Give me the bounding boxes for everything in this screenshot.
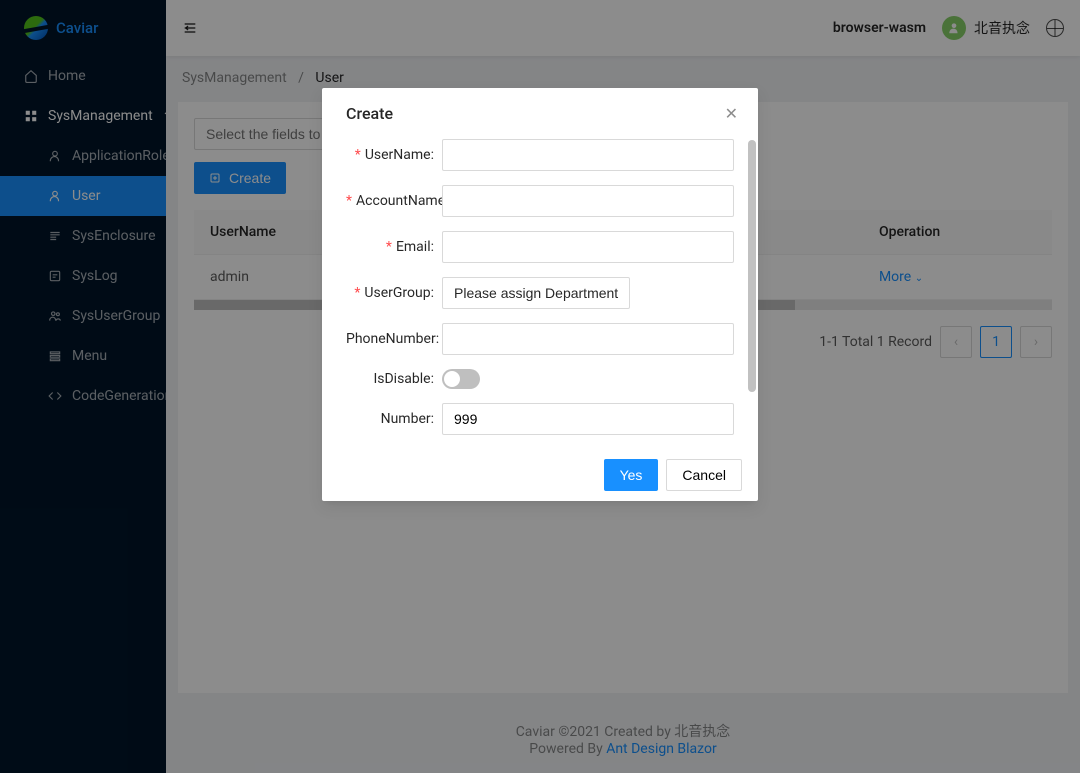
switch-isdisable[interactable] xyxy=(442,369,480,389)
select-usergroup[interactable]: Please assign Department xyxy=(442,277,630,309)
label-isdisable: IsDisable: xyxy=(346,371,442,387)
input-email[interactable] xyxy=(442,231,734,263)
label-email: *Email: xyxy=(346,239,442,255)
label-number: Number: xyxy=(346,411,442,427)
label-usergroup: *UserGroup: xyxy=(346,285,442,301)
modal-cancel-button[interactable]: Cancel xyxy=(666,459,742,491)
modal-ok-button[interactable]: Yes xyxy=(604,459,659,491)
label-accountname: *AccountName: xyxy=(346,193,442,209)
input-accountname[interactable] xyxy=(442,185,734,217)
input-username[interactable] xyxy=(442,139,734,171)
create-modal: Create ✕ *UserName: *AccountName: *Email… xyxy=(322,88,758,501)
close-icon[interactable]: ✕ xyxy=(725,104,738,123)
modal-scrollbar[interactable] xyxy=(748,140,756,446)
label-phonenumber: PhoneNumber: xyxy=(346,331,442,347)
input-number[interactable] xyxy=(442,403,734,435)
modal-title: Create xyxy=(346,104,734,123)
label-username: *UserName: xyxy=(346,147,442,163)
input-phonenumber[interactable] xyxy=(442,323,734,355)
